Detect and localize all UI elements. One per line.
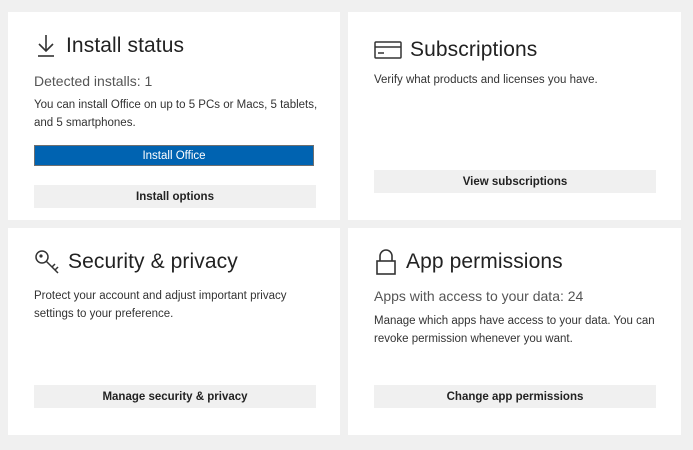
app-permissions-card: App permissions Apps with access to your…	[348, 228, 681, 435]
apps-access-count: Apps with access to your data: 24	[374, 288, 584, 304]
app-permissions-description: Manage which apps have access to your da…	[374, 315, 655, 345]
security-privacy-card: Security & privacy Protect your account …	[8, 228, 340, 435]
install-options-button[interactable]: Install options	[34, 185, 316, 208]
download-icon	[34, 32, 58, 60]
credit-card-icon	[374, 36, 402, 64]
install-status-header: Install status	[34, 32, 184, 60]
subscriptions-title: Subscriptions	[410, 38, 538, 61]
app-permissions-header: App permissions	[374, 248, 563, 276]
security-description: Protect your account and adjust importan…	[34, 290, 287, 320]
install-status-title: Install status	[66, 34, 185, 57]
manage-security-button[interactable]: Manage security & privacy	[34, 385, 316, 408]
app-permissions-title: App permissions	[406, 250, 563, 273]
install-status-card: Install status Detected installs: 1 You …	[8, 12, 340, 220]
subscriptions-description: Verify what products and licenses you ha…	[374, 74, 598, 86]
subscriptions-card: Subscriptions Verify what products and l…	[348, 12, 681, 220]
subscriptions-header: Subscriptions	[374, 36, 537, 64]
security-title: Security & privacy	[68, 250, 238, 273]
detected-installs: Detected installs: 1	[34, 73, 153, 89]
key-icon	[34, 248, 60, 276]
lock-icon	[374, 248, 398, 276]
change-app-permissions-button[interactable]: Change app permissions	[374, 385, 656, 408]
security-header: Security & privacy	[34, 248, 238, 276]
install-office-button[interactable]: Install Office	[34, 145, 314, 166]
view-subscriptions-button[interactable]: View subscriptions	[374, 170, 656, 193]
install-description: You can install Office on up to 5 PCs or…	[34, 99, 318, 129]
